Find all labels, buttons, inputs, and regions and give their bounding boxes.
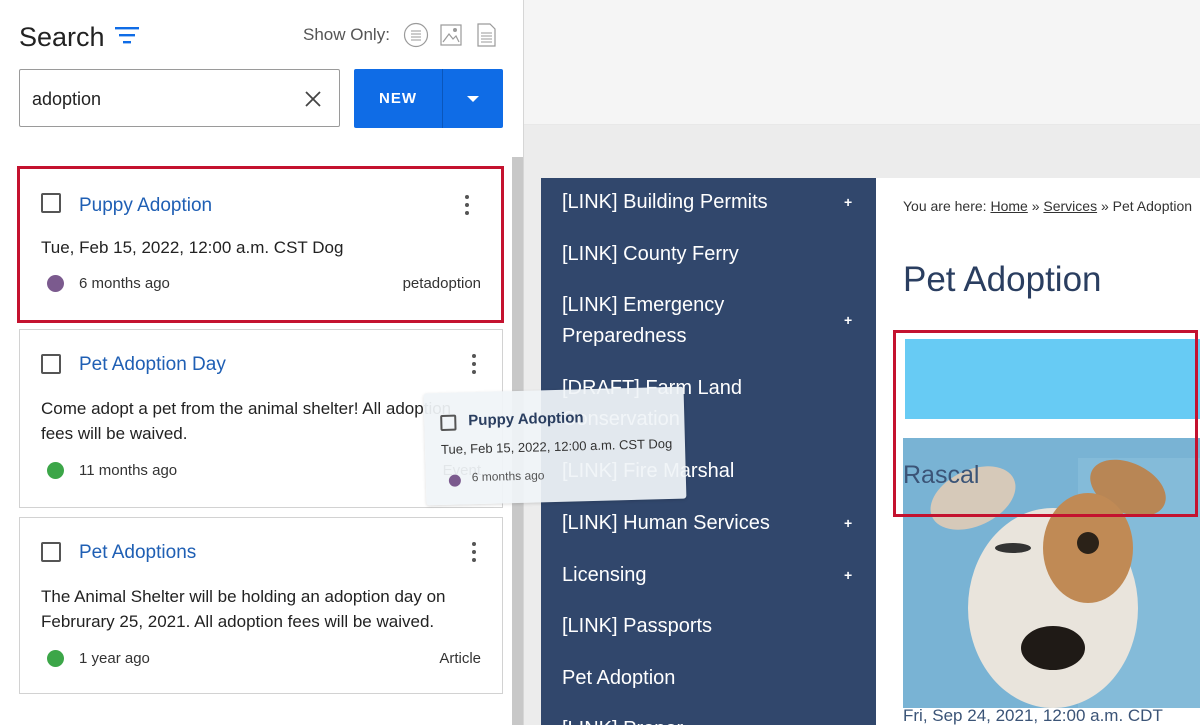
preview-toolbar	[524, 0, 1200, 125]
hero-banner	[905, 339, 1200, 419]
status-dot	[47, 650, 64, 667]
result-card[interactable]: Pet Adoptions The Animal Shelter will be…	[19, 517, 503, 694]
result-type: Article	[439, 650, 481, 667]
dragged-card-age: 6 months ago	[471, 468, 545, 485]
result-title[interactable]: Pet Adoptions	[79, 542, 196, 564]
item-name: Rascal	[903, 461, 980, 489]
panel-title: Search	[19, 22, 105, 52]
new-dropdown-button[interactable]	[443, 69, 503, 128]
search-input[interactable]	[30, 84, 294, 114]
breadcrumb-home[interactable]: Home	[990, 198, 1027, 214]
page-content: You are here: Home » Services » Pet Adop…	[876, 178, 1200, 725]
search-panel: Search Show Only: NEW Puppy Adoption Tue…	[0, 0, 524, 725]
result-checkbox[interactable]	[41, 542, 61, 562]
more-options-icon[interactable]	[464, 195, 470, 217]
expand-icon[interactable]: +	[844, 312, 852, 328]
show-only-label: Show Only:	[303, 25, 390, 44]
result-checkbox[interactable]	[41, 193, 61, 213]
site-preview: [LINK] Building Permits + [LINK] County …	[524, 0, 1200, 725]
expand-icon[interactable]: +	[844, 515, 852, 531]
status-dot	[47, 275, 64, 292]
document-icon[interactable]	[473, 22, 499, 48]
result-title[interactable]: Puppy Adoption	[79, 195, 212, 217]
dragged-card-description: Tue, Feb 15, 2022, 12:00 a.m. CST Dog	[440, 435, 673, 457]
status-dot	[47, 462, 64, 479]
expand-icon[interactable]: +	[844, 194, 852, 210]
result-checkbox[interactable]	[440, 414, 457, 431]
sidebar-item-county-ferry[interactable]: [LINK] County Ferry	[562, 239, 852, 270]
result-age: 6 months ago	[79, 275, 170, 292]
page-title: Pet Adoption	[903, 260, 1102, 299]
breadcrumb-separator: »	[1031, 198, 1040, 214]
new-button[interactable]: NEW	[354, 69, 442, 128]
sidebar-item-licensing[interactable]: Licensing	[562, 560, 852, 591]
sidebar-item-pet-adoption[interactable]: Pet Adoption	[562, 663, 852, 694]
result-checkbox[interactable]	[41, 354, 61, 374]
image-icon[interactable]	[438, 22, 464, 48]
close-icon[interactable]	[303, 89, 323, 109]
sidebar-item-human-services[interactable]: [LINK] Human Services	[562, 508, 852, 539]
sidebar-item-passports[interactable]: [LINK] Passports	[562, 611, 852, 642]
search-field[interactable]	[19, 69, 340, 127]
result-card[interactable]: Puppy Adoption Tue, Feb 15, 2022, 12:00 …	[17, 166, 504, 323]
result-description: The Animal Shelter will be holding an ad…	[41, 587, 446, 631]
breadcrumb: You are here: Home » Services » Pet Adop…	[903, 198, 1192, 214]
sidebar-item-property[interactable]: [LINK] Proper...	[562, 714, 852, 725]
expand-icon[interactable]: +	[844, 567, 852, 583]
list-icon[interactable]	[403, 22, 429, 48]
dragged-result-card[interactable]: Puppy Adoption Tue, Feb 15, 2022, 12:00 …	[423, 386, 687, 506]
more-options-icon[interactable]	[471, 542, 477, 564]
breadcrumb-prefix: You are here:	[903, 198, 987, 214]
breadcrumb-current: Pet Adoption	[1112, 198, 1193, 214]
breadcrumb-separator: »	[1100, 198, 1109, 214]
result-description: Come adopt a pet from the animal shelter…	[41, 399, 452, 443]
breadcrumb-services[interactable]: Services	[1043, 198, 1097, 214]
status-dot	[448, 474, 462, 487]
result-age: 11 months ago	[79, 462, 178, 479]
new-split-button: NEW	[354, 69, 503, 128]
chevron-down-icon	[467, 96, 479, 102]
sidebar-item-emergency-preparedness[interactable]: [LINK] Emergency Preparedness	[562, 290, 822, 352]
result-type: petadoption	[402, 275, 481, 292]
item-date: Fri, Sep 24, 2021, 12:00 a.m. CDT	[903, 706, 1163, 725]
sidebar-item-building-permits[interactable]: [LINK] Building Permits	[562, 187, 852, 218]
more-options-icon[interactable]	[471, 354, 477, 376]
filter-icon[interactable]	[114, 24, 140, 46]
result-title[interactable]: Pet Adoption Day	[79, 354, 226, 376]
result-age: 1 year ago	[79, 650, 150, 667]
result-description: Tue, Feb 15, 2022, 12:00 a.m. CST Dog	[41, 238, 344, 257]
dragged-card-title: Puppy Adoption	[468, 409, 584, 430]
